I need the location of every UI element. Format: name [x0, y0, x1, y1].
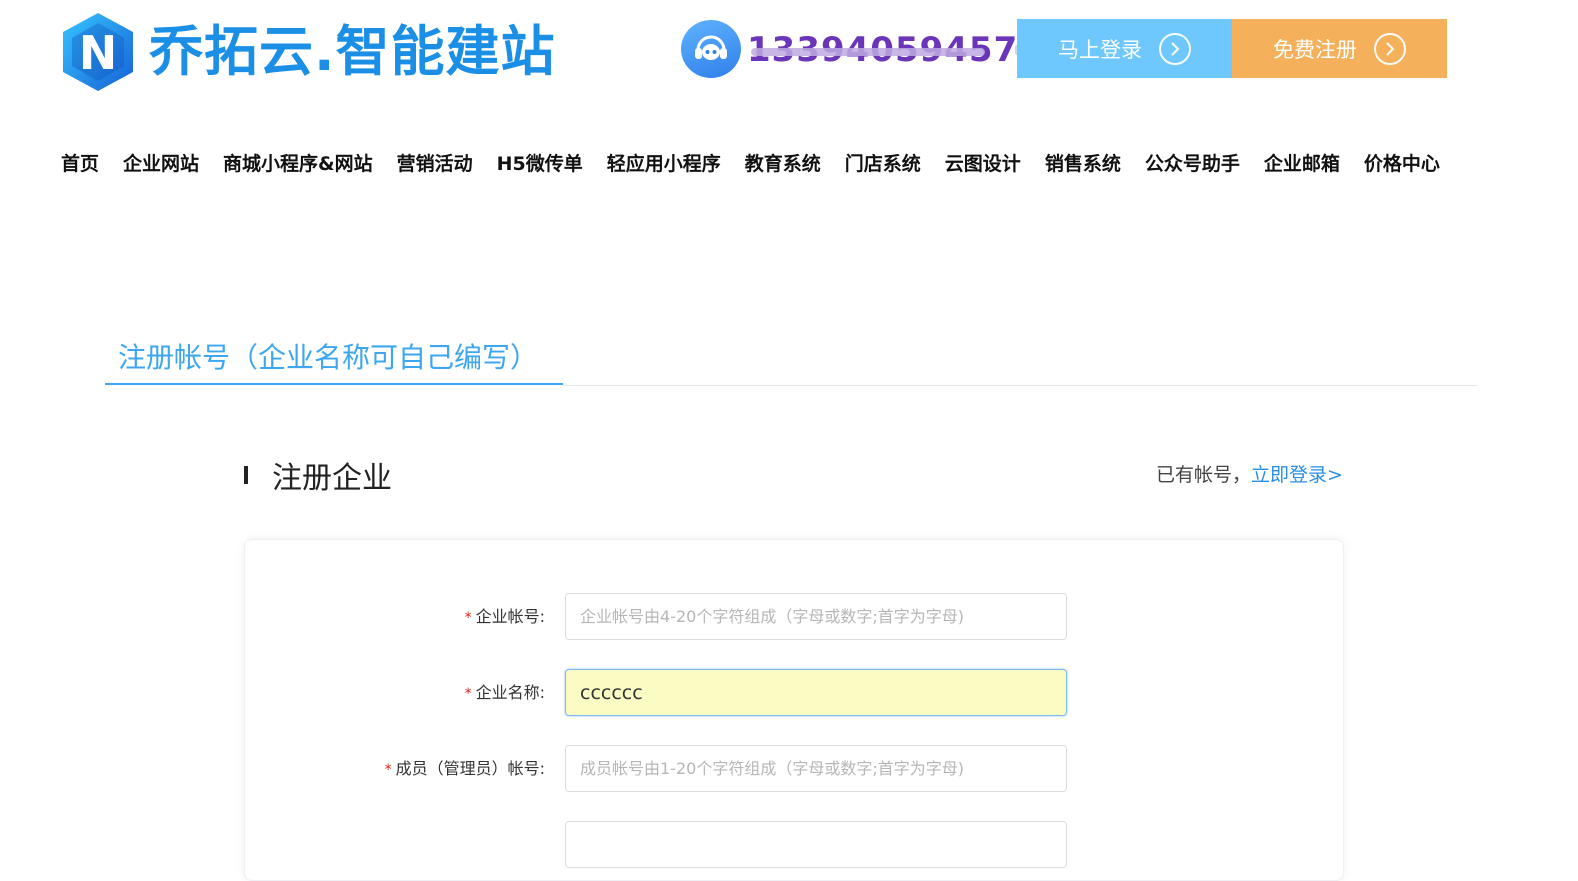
logo-icon: N: [63, 13, 133, 91]
nav-item-home[interactable]: 首页: [61, 149, 99, 176]
tab-divider: [563, 385, 1478, 386]
brand-name: 乔拓云.智能建站: [149, 20, 556, 83]
nav-item-sales[interactable]: 销售系统: [1045, 149, 1121, 176]
register-button[interactable]: 免费注册: [1232, 19, 1447, 78]
register-form-card: *企业帐号: *企业名称: *成员（管理员）帐号:: [244, 539, 1344, 881]
form-row-enterprise-account: * 企业帐号:: [245, 593, 1343, 641]
login-button-label: 马上登录: [1058, 37, 1142, 62]
nav-item-marketing[interactable]: 营销活动: [397, 149, 473, 176]
form-row-member-account: * 成员（管理员）帐号:: [245, 745, 1343, 793]
nav-item-mail[interactable]: 企业邮箱: [1264, 149, 1340, 176]
form-row-next: [245, 821, 1343, 869]
section-marker: [244, 466, 248, 484]
nav-item-h5[interactable]: H5微传单: [497, 149, 583, 176]
nav-item-mall[interactable]: 商城小程序&网站: [223, 149, 373, 176]
next-field-input[interactable]: [565, 821, 1067, 868]
arrow-right-circle-icon: [1159, 32, 1191, 65]
has-account-text: 已有帐号，: [1156, 464, 1252, 486]
member-account-input[interactable]: [565, 745, 1067, 792]
arrow-right-circle-icon: [1374, 32, 1406, 65]
enterprise-name-input[interactable]: [565, 669, 1067, 716]
section-title: 注册企业: [272, 461, 392, 496]
required-mark: *: [464, 610, 472, 626]
logo-letter: N: [79, 26, 118, 80]
required-mark: *: [384, 762, 392, 778]
enterprise-name-label: * 企业名称:: [464, 683, 545, 702]
enterprise-account-label: * 企业帐号:: [464, 607, 545, 626]
nav-item-light-app[interactable]: 轻应用小程序: [607, 149, 721, 176]
nav-item-pricing[interactable]: 价格中心: [1364, 149, 1440, 176]
site-logo[interactable]: N 乔拓云.智能建站: [60, 11, 556, 93]
phone-overlay-strike: [751, 48, 985, 56]
required-mark: *: [464, 686, 472, 702]
nav-item-enterprise-site[interactable]: 企业网站: [123, 149, 199, 176]
member-account-label: * 成员（管理员）帐号:: [384, 759, 545, 778]
headset-icon: [681, 20, 741, 78]
enterprise-account-input[interactable]: [565, 593, 1067, 640]
login-button[interactable]: 马上登录: [1017, 19, 1232, 78]
tab-active-underline: [105, 383, 563, 385]
main-nav: 首页 企业网站 商城小程序&网站 营销活动 H5微传单 轻应用小程序 教育系统 …: [61, 147, 1464, 177]
nav-item-design[interactable]: 云图设计: [945, 149, 1021, 176]
nav-item-official-account[interactable]: 公众号助手: [1145, 149, 1240, 176]
login-now-link[interactable]: 立即登录>: [1251, 464, 1343, 486]
nav-item-store[interactable]: 门店系统: [845, 149, 921, 176]
has-account-prompt: 已有帐号，立即登录>: [1156, 460, 1343, 487]
nav-item-education[interactable]: 教育系统: [745, 149, 821, 176]
contact-phone-block: 13394059457: [681, 20, 1027, 78]
register-button-label: 免费注册: [1273, 37, 1357, 62]
tab-register-account[interactable]: 注册帐号（企业名称可自己编写）: [118, 336, 538, 376]
form-row-enterprise-name: * 企业名称:: [245, 669, 1343, 717]
